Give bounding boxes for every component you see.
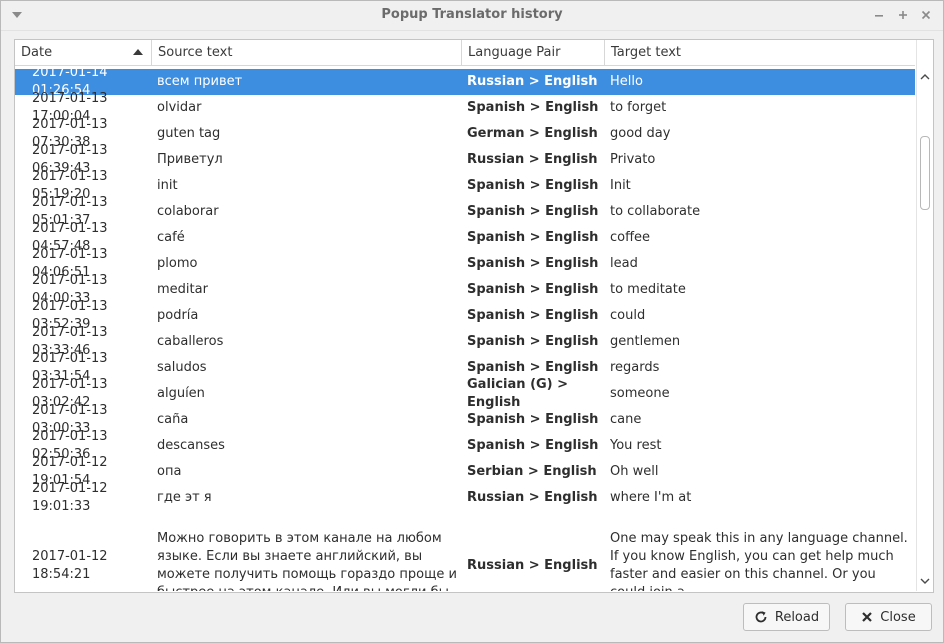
target-cell: Init (610, 178, 631, 193)
history-table: Date Source text Language Pair Target te… (14, 39, 934, 593)
reload-icon (754, 610, 768, 624)
minimize-icon[interactable] (871, 7, 887, 23)
target-cell: Oh well (610, 464, 659, 479)
source-cell: olvidar (157, 100, 202, 115)
language-pair-cell: Spanish > English (467, 282, 599, 297)
language-pair-cell: Serbian > English (467, 464, 597, 479)
language-pair-cell: Russian > English (467, 152, 598, 167)
window-title: Popup Translator history (381, 7, 563, 22)
translator-history-window: Popup Translator history Date Source tex… (0, 0, 944, 643)
vertical-scrollbar[interactable] (916, 40, 933, 591)
date-cell: 2017-01-12 19:01:33 (32, 481, 108, 514)
target-cell: cane (610, 412, 642, 427)
column-header-label: Source text (158, 45, 233, 60)
target-cell: to collaborate (610, 204, 701, 219)
source-cell: saludos (157, 360, 207, 375)
source-cell: plomo (157, 256, 198, 271)
language-pair-cell: Spanish > English (467, 308, 599, 323)
close-icon[interactable] (918, 7, 934, 23)
table-row[interactable]: 2017-01-12 19:01:33 где эт я Russian > Eng… (15, 481, 915, 514)
target-cell: gentlemen (610, 334, 681, 349)
scrollbar-thumb[interactable] (920, 136, 930, 210)
source-cell: всем привет (157, 74, 243, 89)
column-header-label: Language Pair (468, 45, 561, 60)
target-cell: Hello (610, 74, 643, 89)
source-cell: meditar (157, 282, 208, 297)
date-cell: 2017-01-12 18:54:21 (32, 549, 108, 582)
column-header-source[interactable]: Source text (152, 40, 462, 65)
close-button-label: Close (880, 609, 916, 625)
source-cell: опа (157, 464, 182, 479)
source-cell: guten tag (157, 126, 221, 141)
sort-ascending-icon (133, 49, 143, 55)
close-button[interactable]: Close (845, 603, 932, 631)
column-header-label: Date (21, 45, 53, 60)
source-cell: descanses (157, 438, 225, 453)
language-pair-cell: Spanish > English (467, 334, 599, 349)
source-cell: café (157, 230, 185, 245)
target-cell: to meditate (610, 282, 686, 297)
source-cell: Приветул (157, 152, 223, 167)
language-pair-cell: Russian > English (467, 558, 598, 573)
source-cell: где эт я (157, 490, 212, 505)
target-cell: good day (610, 126, 671, 141)
target-cell: coffee (610, 230, 651, 245)
language-pair-cell: Russian > English (467, 74, 598, 89)
reload-button[interactable]: Reload (743, 603, 830, 631)
column-header-date[interactable]: Date (15, 40, 152, 65)
language-pair-cell: Spanish > English (467, 100, 599, 115)
column-header-pair[interactable]: Language Pair (462, 40, 605, 65)
scroll-down-icon[interactable] (920, 575, 930, 585)
language-pair-cell: Spanish > English (467, 230, 599, 245)
source-cell: Можно говорить в этом канале на любом яз… (157, 531, 457, 591)
target-cell: Privato (610, 152, 656, 167)
target-cell: someone (610, 386, 670, 401)
language-pair-cell: Spanish > English (467, 256, 599, 271)
reload-button-label: Reload (774, 609, 820, 625)
source-cell: init (157, 178, 178, 193)
source-cell: alguíen (157, 386, 205, 401)
table-header: Date Source text Language Pair Target te… (15, 40, 915, 66)
titlebar[interactable]: Popup Translator history (1, 1, 943, 31)
target-cell: lead (610, 256, 638, 271)
source-cell: colaborar (157, 204, 219, 219)
table-body: 2017-01-14 01:26:54 всем привет Russian > … (15, 69, 915, 591)
language-pair-cell: Russian > English (467, 490, 598, 505)
target-cell: One may speak this in any language chann… (610, 531, 908, 591)
language-pair-cell: Spanish > English (467, 178, 599, 193)
table-row[interactable]: 2017-01-12 18:54:21 Можно говорить в этом… (15, 511, 915, 591)
column-header-label: Target text (611, 45, 682, 60)
target-cell: regards (610, 360, 660, 375)
target-cell: where I'm at (610, 490, 692, 505)
target-cell: You rest (610, 438, 662, 453)
column-header-target[interactable]: Target text (605, 40, 915, 65)
source-cell: caballeros (157, 334, 224, 349)
scroll-up-icon[interactable] (920, 71, 930, 81)
target-cell: to forget (610, 100, 667, 115)
language-pair-cell: Spanish > English (467, 412, 599, 427)
language-pair-cell: Spanish > English (467, 204, 599, 219)
language-pair-cell: Spanish > English (467, 438, 599, 453)
x-icon (861, 611, 873, 623)
source-cell: caña (157, 412, 189, 427)
language-pair-cell: Galician (G) > English (467, 377, 569, 410)
target-cell: could (610, 308, 646, 323)
maximize-icon[interactable] (895, 7, 911, 23)
language-pair-cell: German > English (467, 126, 598, 141)
source-cell: podría (157, 308, 199, 323)
